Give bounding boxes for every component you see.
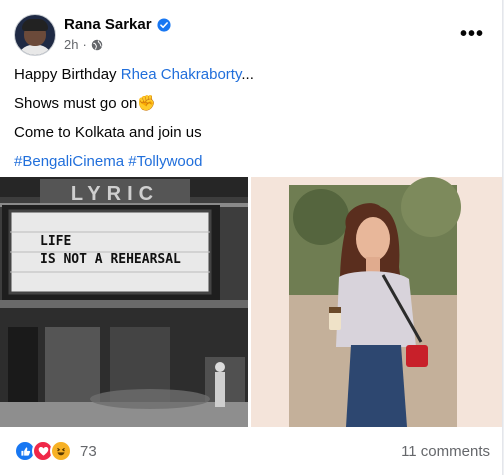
raised-fist-emoji: ✊ bbox=[137, 95, 157, 112]
meta-separator: · bbox=[82, 37, 87, 52]
message-line-3: Come to Kolkata and join us bbox=[14, 124, 202, 141]
post-message: Happy Birthday Rhea Chakraborty... Shows… bbox=[14, 66, 490, 182]
reactions-bar: 73 11 comments bbox=[14, 438, 490, 464]
post-header: Rana Sarkar 2h · ••• bbox=[14, 14, 490, 56]
hashtag-tollywood[interactable]: #Tollywood bbox=[128, 153, 202, 170]
message-line-2: Shows must go on✊ bbox=[14, 95, 157, 112]
post-meta: 2h · bbox=[64, 37, 103, 52]
mention-link[interactable]: Rhea Chakraborty bbox=[121, 66, 242, 83]
post-time[interactable]: 2h bbox=[64, 37, 78, 52]
author-avatar[interactable] bbox=[14, 14, 56, 56]
author-name[interactable]: Rana Sarkar bbox=[64, 16, 152, 33]
portrait-image bbox=[251, 177, 502, 427]
marquee-sign-text: LYRIC bbox=[71, 183, 159, 205]
photo-portrait[interactable] bbox=[251, 177, 502, 427]
theater-marquee-image: LYRIC LIFE IS NOT A REHEARSAL bbox=[0, 177, 248, 427]
marquee-line-1: LIFE bbox=[40, 234, 71, 249]
post-card: Rana Sarkar 2h · ••• Happy Birthday Rhea… bbox=[0, 0, 503, 475]
haha-reaction-icon bbox=[50, 440, 72, 462]
reaction-icons[interactable] bbox=[14, 440, 72, 462]
author-name-row: Rana Sarkar bbox=[64, 16, 171, 33]
marquee-line-2: IS NOT A REHEARSAL bbox=[40, 252, 181, 267]
comments-count-link[interactable]: 11 comments bbox=[401, 443, 490, 460]
reaction-count[interactable]: 73 bbox=[80, 443, 97, 460]
hashtag-bengalicinema[interactable]: #BengaliCinema bbox=[14, 153, 124, 170]
more-options-button[interactable]: ••• bbox=[458, 20, 486, 48]
public-globe-icon[interactable] bbox=[91, 39, 103, 51]
verified-badge-icon bbox=[157, 17, 171, 32]
photo-theater-marquee[interactable]: LYRIC LIFE IS NOT A REHEARSAL bbox=[0, 177, 248, 427]
message-line-1: Happy Birthday Rhea Chakraborty... bbox=[14, 66, 254, 83]
photo-grid: LYRIC LIFE IS NOT A REHEARSAL bbox=[0, 177, 502, 427]
message-hashtags: #BengaliCinema #Tollywood bbox=[14, 153, 490, 171]
